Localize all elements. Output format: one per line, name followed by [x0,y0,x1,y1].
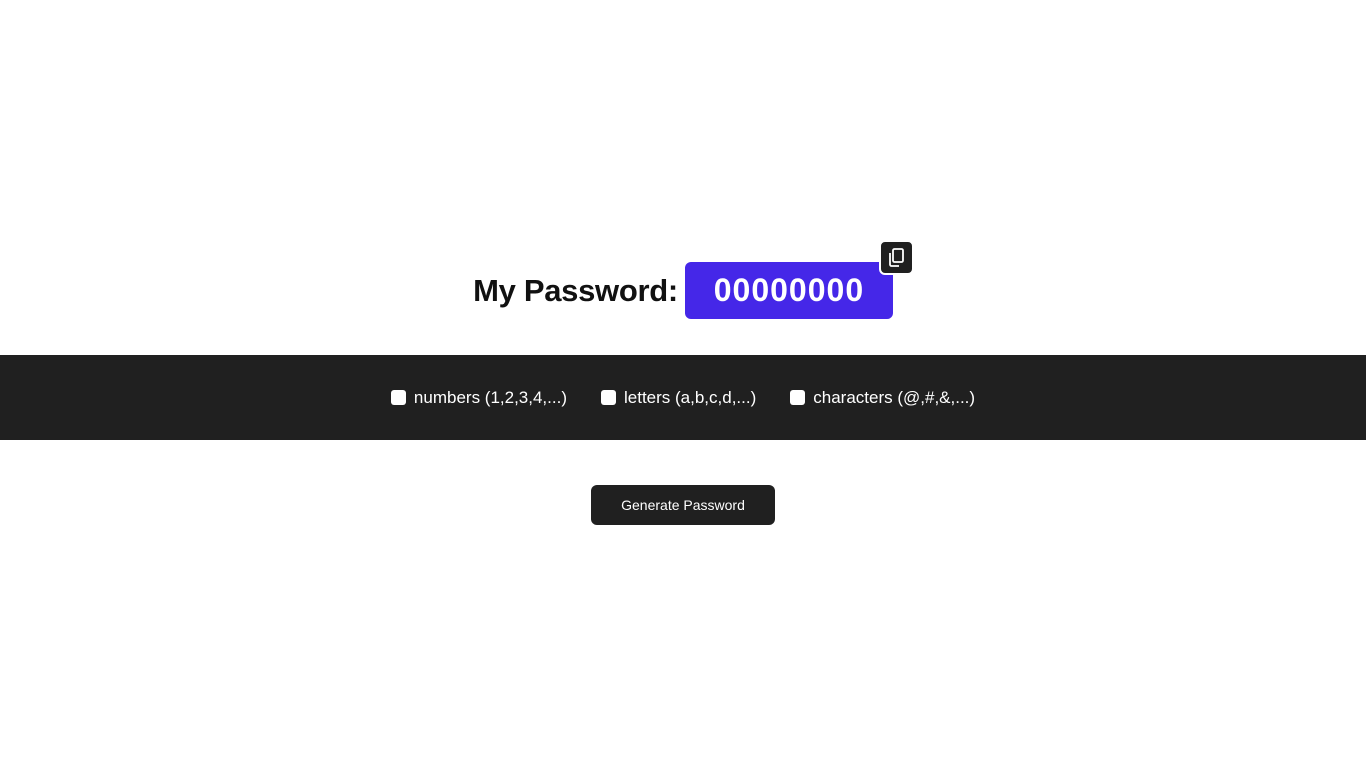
password-display-row: My Password: 00000000 [0,240,1366,319]
option-characters[interactable]: characters (@,#,&,...) [790,388,975,408]
numbers-option-label: numbers (1,2,3,4,...) [413,387,567,407]
copy-button[interactable] [878,240,914,275]
options-bar: numbers (1,2,3,4,...) letters (a,b,c,d,.… [0,355,1366,440]
password-value-box: 00000000 [684,240,914,319]
password-generator-page: My Password: 00000000 numbers (1,2,3,4,.… [0,0,1366,766]
characters-checkbox[interactable] [790,390,806,405]
characters-option-label: characters (@,#,&,...) [813,387,976,407]
letters-option-label: letters (a,b,c,d,...) [624,387,757,407]
password-value: 00000000 [713,272,865,308]
option-numbers[interactable]: numbers (1,2,3,4,...) [390,387,567,408]
generate-password-button[interactable]: Generate Password [591,485,775,525]
numbers-checkbox[interactable] [390,390,406,405]
letters-checkbox[interactable] [601,390,616,405]
password-label: My Password: [473,272,678,308]
copy-icon [889,248,904,267]
option-letters[interactable]: letters (a,b,c,d,...) [601,388,756,408]
